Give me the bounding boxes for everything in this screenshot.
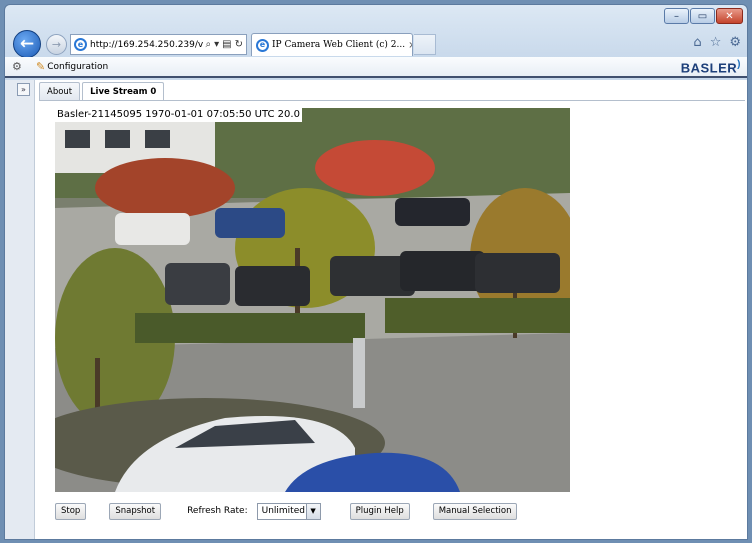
double-chevron-right-icon: » <box>21 85 26 94</box>
configuration-label: Configuration <box>47 61 109 72</box>
expand-panel-button[interactable]: » <box>17 83 30 96</box>
compat-view-icon[interactable]: ▤ <box>222 39 231 50</box>
tab-close-icon[interactable]: × <box>408 40 412 51</box>
browser-icons: ⌂ ☆ ⚙ <box>693 35 741 50</box>
wrench-icon: ✎ <box>36 60 46 73</box>
minimize-button[interactable]: – <box>664 8 689 24</box>
camera-settings-icon[interactable]: ⚙ <box>12 60 30 73</box>
page-content: » About Live Stream 0 Basler-21145095 19… <box>5 80 747 539</box>
tab-title: IP Camera Web Client (c) 2... <box>272 40 406 50</box>
gear-icon[interactable]: ⚙ <box>729 35 741 50</box>
browser-window: – ▭ ✕ ← → e http://169.254.250.239/v ⌕ ▾… <box>4 4 748 540</box>
maximize-button[interactable]: ▭ <box>690 8 715 24</box>
back-arrow-icon: ← <box>19 34 35 54</box>
ie-page-icon: e <box>74 38 87 51</box>
tab-ie-icon: e <box>256 38 269 52</box>
dropdown-icon[interactable]: ▾ <box>214 39 219 50</box>
address-tools: ⌕ ▾ ▤ ↻ <box>206 39 246 50</box>
tab-live-stream-0[interactable]: Live Stream 0 <box>82 82 165 101</box>
snapshot-button[interactable]: Snapshot <box>109 502 162 520</box>
camera-image <box>55 108 570 492</box>
navigation-bar: ← → e http://169.254.250.239/v ⌕ ▾ ▤ ↻ e… <box>5 27 747 58</box>
video-overlay-text: Basler-21145095 1970-01-01 07:05:50 UTC … <box>55 108 302 122</box>
search-icon[interactable]: ⌕ <box>206 39 212 50</box>
live-video-stream[interactable]: Basler-21145095 1970-01-01 07:05:50 UTC … <box>55 108 570 492</box>
forward-button[interactable]: → <box>46 34 67 55</box>
address-bar[interactable]: e http://169.254.250.239/v ⌕ ▾ ▤ ↻ <box>70 34 247 55</box>
new-tab-button[interactable] <box>414 34 436 55</box>
stop-button[interactable]: Stop <box>55 502 87 520</box>
command-bar: ⚙ ✎ Configuration BASLER) <box>5 57 747 78</box>
refresh-rate-select[interactable]: Unlimited ▼ <box>256 502 321 520</box>
page-tabs: About Live Stream 0 <box>39 82 165 101</box>
browser-tab[interactable]: e IP Camera Web Client (c) 2... × <box>251 33 413 56</box>
home-icon[interactable]: ⌂ <box>693 35 701 50</box>
forward-arrow-icon: → <box>51 38 62 51</box>
tab-about[interactable]: About <box>39 82 81 101</box>
side-panel: » <box>5 80 35 539</box>
window-controls: – ▭ ✕ <box>664 8 743 24</box>
stream-controls: Stop Snapshot Refresh Rate: Unlimited ▼ … <box>55 502 518 520</box>
star-icon[interactable]: ☆ <box>710 35 722 50</box>
close-window-button[interactable]: ✕ <box>716 8 743 24</box>
manual-selection-button[interactable]: Manual Selection <box>432 502 518 520</box>
tab-divider <box>39 100 745 101</box>
basler-logo: BASLER) <box>680 59 741 76</box>
refresh-rate-label: Refresh Rate: <box>187 506 248 516</box>
plugin-help-button[interactable]: Plugin Help <box>349 502 410 520</box>
chevron-down-icon[interactable]: ▼ <box>305 503 320 519</box>
refresh-icon[interactable]: ↻ <box>235 39 243 50</box>
url-text[interactable]: http://169.254.250.239/v <box>90 40 203 50</box>
refresh-rate-value: Unlimited <box>261 506 305 516</box>
title-bar: – ▭ ✕ <box>5 5 747 29</box>
configuration-button[interactable]: ✎ Configuration <box>36 60 108 73</box>
back-button[interactable]: ← <box>13 30 41 58</box>
